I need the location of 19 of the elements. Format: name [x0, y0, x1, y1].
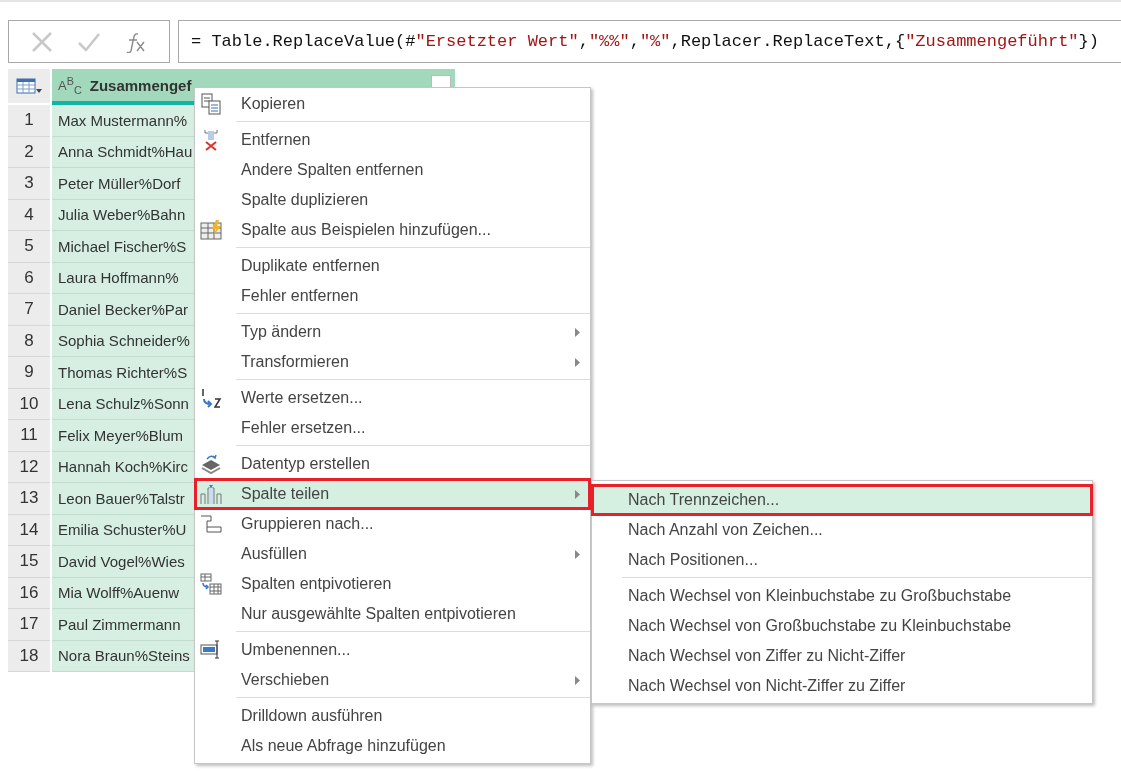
row-number: 15	[8, 546, 50, 578]
row-number: 10	[8, 388, 50, 420]
row-number: 14	[8, 514, 50, 546]
row-number: 9	[8, 357, 50, 389]
row-number: 7	[8, 294, 50, 326]
row-number: 13	[8, 483, 50, 515]
row-number: 1	[8, 105, 50, 137]
row-number: 16	[8, 577, 50, 609]
row-number: 17	[8, 609, 50, 641]
row-number: 4	[8, 199, 50, 231]
row-number: 18	[8, 640, 50, 672]
row-number: 8	[8, 325, 50, 357]
row-number: 11	[8, 420, 50, 452]
row-number: 5	[8, 231, 50, 263]
column-title: Zusammengef	[89, 76, 193, 94]
row-number: 6	[8, 262, 50, 294]
row-number: 2	[8, 136, 50, 168]
row-number: 12	[8, 451, 50, 483]
row-number: 3	[8, 168, 50, 200]
